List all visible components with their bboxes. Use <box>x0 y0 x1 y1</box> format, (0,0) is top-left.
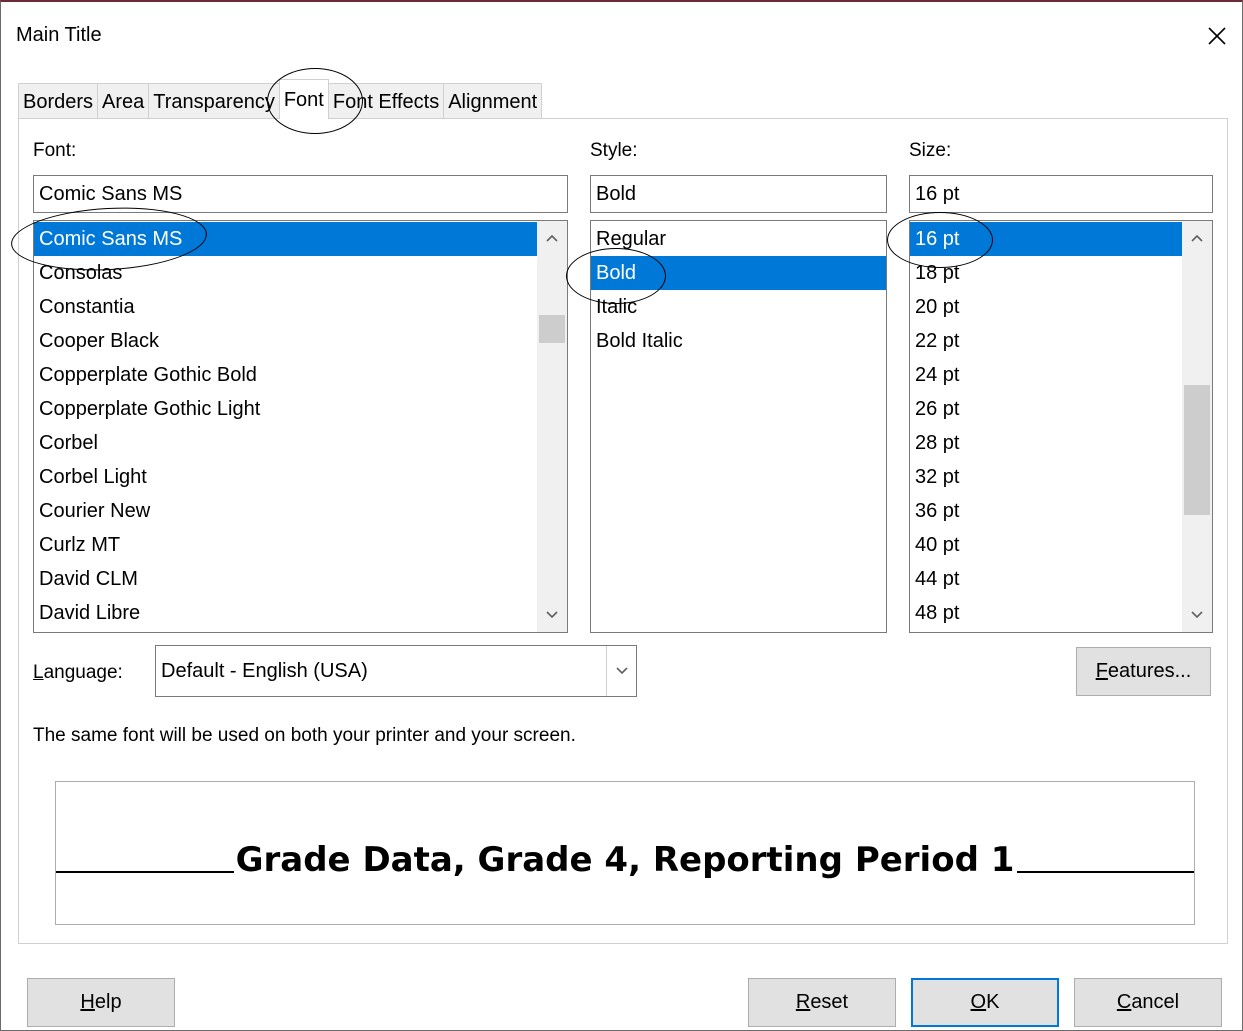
dialog-title: Main Title <box>16 24 102 46</box>
tab-borders[interactable]: Borders <box>18 83 99 119</box>
size-list[interactable]: 16 pt 18 pt 20 pt 22 pt 24 pt 26 pt 28 p… <box>909 220 1213 633</box>
language-dropdown-button[interactable] <box>606 646 636 696</box>
scroll-up-icon[interactable] <box>537 223 567 253</box>
font-list-scrollbar[interactable] <box>537 221 567 632</box>
tab-transparency[interactable]: Transparency <box>148 83 280 119</box>
chevron-down-icon <box>615 667 628 675</box>
list-item[interactable]: 22 pt <box>910 324 1182 358</box>
list-item[interactable]: Constantia <box>34 290 537 324</box>
list-item[interactable]: Italic <box>591 290 886 324</box>
language-label: Language: <box>33 662 123 683</box>
cancel-button[interactable]: Cancel <box>1074 978 1222 1027</box>
font-label: Font: <box>33 140 77 161</box>
list-item[interactable]: 28 pt <box>910 426 1182 460</box>
font-name-input[interactable]: Comic Sans MS <box>33 175 568 213</box>
list-item[interactable]: 44 pt <box>910 562 1182 596</box>
list-item[interactable]: Corbel Light <box>34 460 537 494</box>
size-label: Size: <box>909 140 952 161</box>
help-button[interactable]: Help <box>27 978 175 1027</box>
language-value: Default - English (USA) <box>161 660 368 682</box>
list-item[interactable]: Consolas <box>34 256 537 290</box>
font-preview: Grade Data, Grade 4, Reporting Period 1 <box>55 781 1195 925</box>
list-item[interactable]: 36 pt <box>910 494 1182 528</box>
list-item[interactable]: Copperplate Gothic Bold <box>34 358 537 392</box>
style-list[interactable]: Regular Bold Italic Bold Italic <box>590 220 887 633</box>
language-combobox[interactable]: Default - English (USA) <box>155 645 637 697</box>
scroll-down-icon[interactable] <box>537 600 567 630</box>
scroll-up-icon[interactable] <box>1182 223 1212 253</box>
reset-button[interactable]: Reset <box>748 978 896 1027</box>
list-item[interactable]: 40 pt <box>910 528 1182 562</box>
list-item[interactable]: 48 pt <box>910 596 1182 630</box>
list-item[interactable]: Bold Italic <box>591 324 886 358</box>
list-item[interactable]: Comic Sans MS <box>34 222 537 256</box>
list-item[interactable]: 26 pt <box>910 392 1182 426</box>
style-input[interactable]: Bold <box>590 175 887 213</box>
list-item[interactable]: 16 pt <box>910 222 1182 256</box>
dialog-window: Main Title Borders Area Transparency Fon… <box>0 0 1243 1031</box>
list-item[interactable]: David CLM <box>34 562 537 596</box>
scroll-thumb[interactable] <box>1184 385 1210 515</box>
tab-font-effects[interactable]: Font Effects <box>327 83 445 119</box>
preview-text: Grade Data, Grade 4, Reporting Period 1 <box>233 840 1017 880</box>
close-button[interactable] <box>1197 18 1237 54</box>
list-item[interactable]: David Libre <box>34 596 537 630</box>
tab-bar: Borders Area Transparency Font Font Effe… <box>18 79 543 119</box>
list-item[interactable]: 18 pt <box>910 256 1182 290</box>
list-item[interactable]: 32 pt <box>910 460 1182 494</box>
style-label: Style: <box>590 140 638 161</box>
list-item[interactable]: Cooper Black <box>34 324 537 358</box>
list-item[interactable]: 24 pt <box>910 358 1182 392</box>
list-item[interactable]: Copperplate Gothic Light <box>34 392 537 426</box>
scroll-thumb[interactable] <box>539 315 565 343</box>
list-item[interactable]: Regular <box>591 222 886 256</box>
size-input[interactable]: 16 pt <box>909 175 1213 213</box>
info-text: The same font will be used on both your … <box>33 725 576 746</box>
preview-baseline <box>56 871 235 873</box>
scroll-down-icon[interactable] <box>1182 600 1212 630</box>
tab-alignment[interactable]: Alignment <box>443 83 543 119</box>
size-list-scrollbar[interactable] <box>1182 221 1212 632</box>
list-item[interactable]: Bold <box>591 256 886 290</box>
preview-baseline <box>1017 871 1194 873</box>
font-list[interactable]: Comic Sans MS Consolas Constantia Cooper… <box>33 220 568 633</box>
ok-button[interactable]: OK <box>911 978 1059 1027</box>
list-item[interactable]: Courier New <box>34 494 537 528</box>
features-button[interactable]: Features... <box>1076 647 1211 696</box>
list-item[interactable]: Corbel <box>34 426 537 460</box>
list-item[interactable]: 20 pt <box>910 290 1182 324</box>
close-icon <box>1208 27 1226 45</box>
tab-area[interactable]: Area <box>97 83 150 119</box>
list-item[interactable]: Curlz MT <box>34 528 537 562</box>
tab-font[interactable]: Font <box>278 79 329 119</box>
